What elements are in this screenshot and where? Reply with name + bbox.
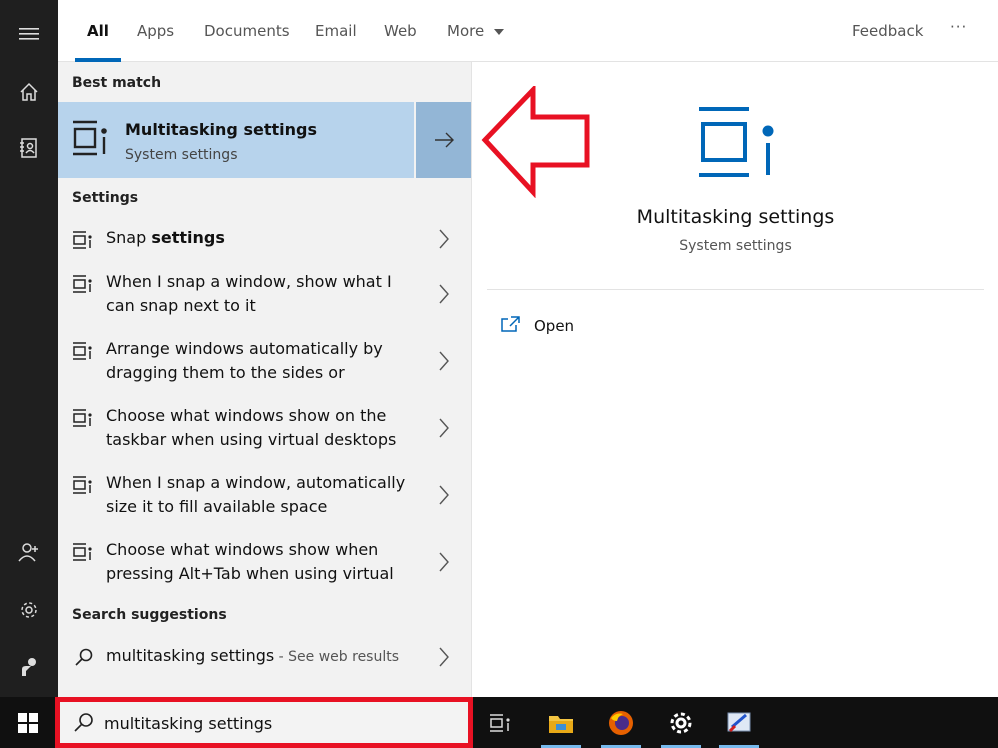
gear-icon[interactable] bbox=[0, 586, 58, 634]
paint-icon bbox=[727, 712, 751, 732]
more-options-button[interactable]: ··· bbox=[950, 18, 967, 36]
multitasking-icon bbox=[73, 342, 92, 360]
tab-apps[interactable]: Apps bbox=[137, 22, 174, 40]
search-scope-tabs: All Apps Documents Email Web More Feedba… bbox=[58, 0, 998, 62]
list-item-text-bold: settings bbox=[151, 228, 225, 247]
arrow-right-icon bbox=[434, 132, 454, 148]
settings-app-button[interactable] bbox=[657, 697, 705, 748]
start-button[interactable] bbox=[0, 697, 55, 748]
search-icon bbox=[74, 713, 93, 732]
chevron-right-icon bbox=[439, 351, 449, 371]
gear-icon bbox=[670, 712, 692, 733]
suggestion-hint: - See web results bbox=[274, 649, 400, 665]
chevron-right-icon bbox=[439, 485, 449, 505]
search-suggestions-heading: Search suggestions bbox=[72, 607, 227, 623]
tab-email[interactable]: Email bbox=[315, 22, 357, 40]
list-item[interactable]: Arrange windows automatically by dragging… bbox=[58, 337, 471, 387]
open-preview-button[interactable] bbox=[414, 102, 471, 178]
list-item-text: dragging them to the sides or bbox=[106, 363, 345, 382]
list-item-text: pressing Alt+Tab when using virtual bbox=[106, 564, 394, 583]
tab-documents[interactable]: Documents bbox=[204, 22, 290, 40]
feedback-link[interactable]: Feedback bbox=[852, 22, 923, 40]
open-action[interactable]: Open bbox=[534, 317, 574, 335]
best-match-title: Multitasking settings bbox=[125, 120, 317, 139]
chevron-right-icon bbox=[439, 418, 449, 438]
best-match-item[interactable]: Multitasking settings System settings bbox=[58, 102, 471, 178]
multitasking-icon bbox=[73, 120, 107, 156]
list-item-text: can snap next to it bbox=[106, 296, 256, 315]
preview-subtitle: System settings bbox=[679, 238, 792, 254]
preview-title: Multitasking settings bbox=[636, 206, 835, 228]
list-item-text: Choose what windows show when bbox=[106, 540, 379, 559]
tab-all[interactable]: All bbox=[87, 22, 109, 40]
settings-heading: Settings bbox=[72, 190, 139, 206]
windows-logo-icon bbox=[17, 712, 38, 733]
tab-more[interactable]: More bbox=[447, 22, 504, 40]
multitasking-icon bbox=[699, 107, 774, 177]
account-icon[interactable] bbox=[0, 528, 58, 576]
suggestion-text: multitasking settings bbox=[106, 646, 275, 665]
multitasking-icon bbox=[73, 409, 92, 427]
search-icon bbox=[75, 648, 93, 666]
multitasking-icon bbox=[73, 231, 92, 249]
list-item[interactable]: When I snap a window, automatically size … bbox=[58, 471, 471, 521]
notebook-icon[interactable] bbox=[0, 124, 58, 172]
list-item-text: taskbar when using virtual desktops bbox=[106, 430, 397, 449]
annotation-arrow-icon bbox=[481, 86, 590, 198]
web-suggestion-item[interactable]: multitasking settings - See web results bbox=[58, 644, 471, 670]
task-view-button[interactable] bbox=[476, 697, 524, 748]
multitasking-icon bbox=[73, 275, 92, 293]
open-icon[interactable] bbox=[500, 316, 520, 332]
file-explorer-button[interactable] bbox=[537, 697, 585, 748]
list-item-text: Choose what windows show on the bbox=[106, 406, 387, 425]
chevron-right-icon bbox=[439, 229, 449, 249]
results-list: Best match Multitasking settings System … bbox=[58, 62, 471, 697]
home-icon[interactable] bbox=[0, 68, 58, 116]
best-match-subtitle: System settings bbox=[125, 147, 238, 163]
list-item-text: Arrange windows automatically by bbox=[106, 339, 383, 358]
folder-icon bbox=[549, 715, 573, 733]
left-rail bbox=[0, 0, 58, 697]
list-item-text: When I snap a window, automatically bbox=[106, 473, 406, 492]
search-input[interactable] bbox=[104, 710, 454, 736]
preview-divider bbox=[487, 289, 984, 290]
list-item[interactable]: Choose what windows show on the taskbar w… bbox=[58, 404, 471, 454]
best-match-heading: Best match bbox=[72, 75, 162, 91]
feedback-hub-icon[interactable] bbox=[0, 643, 58, 691]
taskbar bbox=[0, 697, 998, 748]
multitasking-icon bbox=[73, 476, 92, 494]
chevron-right-icon bbox=[439, 552, 449, 572]
paint-app-button[interactable] bbox=[715, 697, 763, 748]
task-view-icon bbox=[490, 713, 510, 732]
firefox-button[interactable] bbox=[597, 697, 645, 748]
tab-more-label: More bbox=[447, 22, 485, 40]
list-item-text: Snap bbox=[106, 228, 152, 247]
list-item[interactable]: Choose what windows show when pressing Al… bbox=[58, 538, 471, 588]
multitasking-icon bbox=[73, 543, 92, 561]
taskbar-search-box[interactable] bbox=[55, 697, 473, 748]
hamburger-menu-icon[interactable] bbox=[0, 10, 58, 58]
list-item[interactable]: When I snap a window, show what I can sna… bbox=[58, 270, 471, 320]
chevron-right-icon bbox=[439, 647, 449, 667]
list-item-text: When I snap a window, show what I bbox=[106, 272, 392, 291]
tab-web[interactable]: Web bbox=[384, 22, 417, 40]
chevron-right-icon bbox=[439, 284, 449, 304]
caret-down-icon bbox=[493, 28, 504, 35]
list-item[interactable]: Snap settings bbox=[58, 226, 471, 252]
list-item-text: size it to fill available space bbox=[106, 497, 328, 516]
firefox-icon bbox=[609, 710, 633, 735]
